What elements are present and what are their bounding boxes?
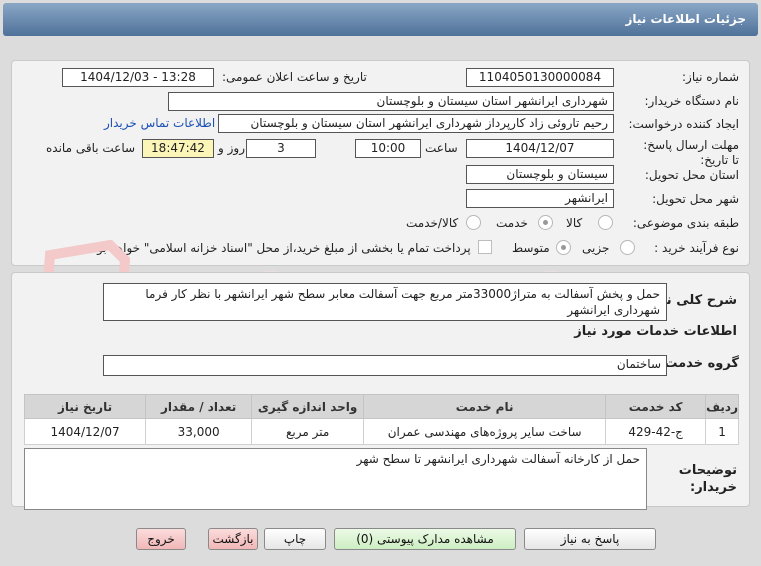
process-option-minor: جزیی [582,241,610,255]
attachments-button[interactable]: مشاهده مدارک پیوستی (0) [334,528,516,550]
category-option-goods-service: کالا/خدمت [406,216,459,230]
process-option-medium: متوسط [512,241,550,255]
process-label: نوع فرآیند خرید : [654,241,739,255]
days-label: روز و [218,141,245,155]
col-row: ردیف [705,394,739,419]
announce-label: تاریخ و ساعت اعلان عمومی: [222,70,367,84]
remaining-label: ساعت باقی مانده [46,141,136,155]
cell-quantity: 33,000 [145,418,253,445]
back-button[interactable]: بازگشت [208,528,258,550]
deadline-label: مهلت ارسال پاسخ: تا تاریخ: [639,138,739,168]
category-label: طبقه بندی موضوعی: [632,216,739,230]
province-label: استان محل تحویل: [644,168,739,182]
col-service-name: نام خدمت [363,394,607,419]
cell-need-date: 1404/12/07 [23,418,147,445]
category-radio-goods[interactable] [598,215,613,230]
buyer-org-label: نام دستگاه خریدار: [644,94,740,108]
deadline-time-label: ساعت [425,141,458,155]
col-quantity: تعداد / مقدار [145,394,253,419]
need-number-label: شماره نیاز: [682,70,739,84]
print-button[interactable]: چاپ [264,528,326,550]
deadline-time-field: 10:00 [355,139,421,158]
days-field: 3 [246,139,316,158]
buyer-contact-link[interactable]: اطلاعات تماس خریدار [104,116,215,130]
category-option-service: خدمت [496,216,528,230]
buyer-notes-label-text: توضیحات خریدار: [678,463,737,495]
window-titlebar: جزئیات اطلاعات نیاز [3,3,758,36]
services-section-title: اطلاعات خدمات مورد نیاز [574,324,737,339]
creator-label: ایجاد کننده درخواست: [628,117,739,131]
description-textarea[interactable]: حمل و پخش آسفالت به متراژ33000متر مربع ج… [103,283,667,321]
creator-field: رحیم تاروئی زاد کارپرداز شهرداری ایرانشه… [218,114,614,133]
reply-button[interactable]: پاسخ به نیاز [524,528,656,550]
service-group-field: ساختمان [103,355,667,376]
buyer-notes-textarea[interactable]: حمل از کارخانه آسفالت شهرداری ایرانشهر ت… [24,448,647,510]
buyer-org-field: شهرداری ایرانشهر استان سیستان و بلوچستان [168,92,614,111]
table-row: 1 ج-42-429 ساخت سایر پروژه‌های مهندسی عم… [23,418,739,445]
process-radio-medium[interactable] [556,240,571,255]
col-service-code: کد خدمت [605,394,707,419]
services-table: ردیف کد خدمت نام خدمت واحد اندازه گیری ت… [23,394,739,445]
category-radio-service[interactable] [538,215,553,230]
window-title: جزئیات اطلاعات نیاز [625,12,746,26]
service-group-label: گروه خدمت: [659,356,739,371]
cell-unit: متر مربع [251,418,365,445]
need-number-field: 1104050130000084 [466,68,614,87]
payment-note: پرداخت تمام یا بخشی از مبلغ خرید،از محل … [88,241,471,255]
cell-service-name: ساخت سایر پروژه‌های مهندسی عمران [363,418,607,445]
buyer-notes-label: توضیحات خریدار: [677,462,737,496]
exit-button[interactable]: خروج [136,528,186,550]
city-field: ایرانشهر [466,189,614,208]
col-need-date: تاریخ نیاز [23,394,147,419]
col-unit: واحد اندازه گیری [251,394,365,419]
category-option-goods: کالا [566,216,583,230]
process-radio-minor[interactable] [620,240,635,255]
deadline-date-field: 1404/12/07 [466,139,614,158]
city-label: شهر محل تحویل: [652,192,739,206]
services-table-header: ردیف کد خدمت نام خدمت واحد اندازه گیری ت… [23,394,739,419]
cell-service-code: ج-42-429 [605,418,707,445]
remaining-time-field: 18:47:42 [142,139,214,158]
province-field: سیستان و بلوچستان [466,165,614,184]
announce-field: 1404/12/03 - 13:28 [62,68,214,87]
category-radio-goods-service[interactable] [466,215,481,230]
deadline-label-text: مهلت ارسال پاسخ: تا تاریخ: [643,138,739,167]
cell-row: 1 [705,418,739,445]
treasury-payment-checkbox[interactable] [478,240,492,254]
